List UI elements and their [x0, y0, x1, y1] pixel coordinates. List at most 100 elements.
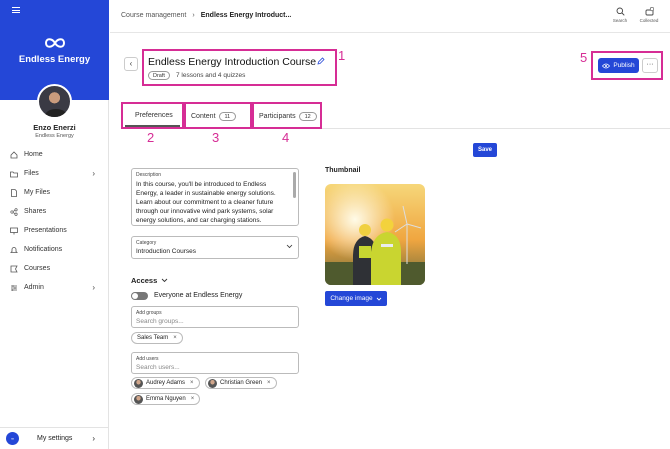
close-icon[interactable]: × — [191, 396, 195, 402]
settings-avatar: ∞ — [6, 432, 19, 445]
sidebar-item-label: Files — [24, 170, 39, 177]
annotation-4: 4 — [282, 130, 290, 145]
breadcrumb-current: Endless Energy Introduct... — [200, 12, 292, 19]
sidebar-item-label: Presentations — [24, 227, 67, 234]
description-scrollbar[interactable] — [293, 172, 296, 198]
sidebar-item-label: My Files — [24, 189, 51, 196]
count-badge: 12 — [298, 112, 317, 121]
admin-icon — [11, 284, 17, 291]
avatar — [134, 378, 143, 388]
breadcrumb-separator: › — [192, 12, 195, 19]
sidebar: Endless Energy Enzo Enerzi Endless Energ… — [0, 0, 109, 449]
sidebar-item-files[interactable]: Files › — [0, 164, 109, 183]
pencil-icon[interactable] — [317, 57, 325, 65]
menu-icon[interactable] — [12, 7, 20, 13]
groups-input[interactable]: Add groups Search groups... — [131, 306, 299, 328]
search-icon — [616, 7, 625, 16]
sidebar-item-notifications[interactable]: Notifications — [0, 240, 109, 259]
users-label: Add users — [136, 356, 159, 362]
my-settings-button[interactable]: ∞ My settings › — [0, 427, 109, 449]
everyone-toggle[interactable] — [131, 292, 148, 300]
more-options-button[interactable]: ··· — [642, 58, 658, 73]
tab-participants-label: Participants — [259, 113, 296, 120]
tab-content[interactable]: Content 11 — [184, 102, 252, 129]
collected-button[interactable]: Collected — [636, 7, 662, 23]
sidebar-item-presentations[interactable]: Presentations — [0, 221, 109, 240]
chevron-down-icon — [286, 244, 293, 249]
chip-label: Christian Green — [220, 380, 263, 386]
user-organization: Endless Energy — [35, 133, 74, 139]
annotation-3: 3 — [212, 130, 220, 145]
brand-name: Endless Energy — [18, 54, 91, 65]
chevron-right-icon[interactable]: › — [92, 169, 95, 178]
user-chip: Christian Green × — [205, 377, 277, 389]
save-button[interactable]: Save — [473, 143, 497, 157]
groups-label: Add groups — [136, 310, 162, 316]
publish-label: Publish — [613, 62, 635, 69]
home-icon — [10, 150, 18, 158]
close-icon[interactable]: × — [190, 380, 194, 386]
access-heading: Access — [131, 276, 158, 285]
sidebar-item-home[interactable]: Home — [0, 145, 109, 164]
sidebar-item-shares[interactable]: Shares — [0, 202, 109, 221]
chevron-down-icon — [162, 278, 168, 283]
tab-participants[interactable]: Participants 12 — [252, 102, 322, 129]
avatar[interactable] — [37, 84, 72, 119]
user-name: Enzo Enerzi — [33, 123, 76, 132]
back-button[interactable]: ‹ — [124, 57, 138, 71]
active-tab-indicator — [125, 125, 180, 127]
user-chip: Audrey Adams × — [131, 377, 200, 389]
chip-label: Emma Nguyen — [146, 396, 186, 402]
search-button[interactable]: Search — [610, 7, 630, 23]
breadcrumb-course-management[interactable]: Course management — [121, 12, 186, 19]
users-input[interactable]: Add users Search users... — [131, 352, 299, 374]
thumbnail-heading: Thumbnail — [325, 167, 361, 174]
publish-block: Publish ··· — [591, 51, 663, 80]
chevron-right-icon[interactable]: › — [92, 283, 95, 292]
annotation-1: 1 — [338, 48, 346, 63]
description-text: In this course, you'll be introduced to … — [136, 181, 276, 224]
sidebar-item-courses[interactable]: Courses — [0, 259, 109, 278]
sidebar-item-label: Home — [24, 151, 43, 158]
courses-icon — [10, 265, 18, 272]
chip-label: Sales Team — [137, 335, 169, 341]
groups-placeholder: Search groups... — [136, 318, 184, 325]
description-field[interactable]: Description In this course, you'll be in… — [131, 168, 299, 226]
sidebar-item-label: Admin — [24, 284, 44, 291]
access-section-toggle[interactable]: Access — [131, 276, 168, 285]
thumbnail-image — [325, 184, 425, 285]
everyone-toggle-label: Everyone at Endless Energy — [154, 292, 243, 299]
share-icon — [10, 207, 18, 216]
change-image-label: Change image — [330, 295, 373, 302]
sidebar-nav: Home Files › My Files Shares Presentatio… — [0, 145, 109, 297]
tab-preferences[interactable]: Preferences — [121, 102, 184, 129]
avatar — [134, 394, 143, 404]
sidebar-item-my-files[interactable]: My Files — [0, 183, 109, 202]
sidebar-item-admin[interactable]: Admin › — [0, 278, 109, 297]
count-badge: 11 — [218, 112, 237, 121]
category-select[interactable]: Category Introduction Courses — [131, 236, 299, 259]
sidebar-item-label: Notifications — [24, 246, 63, 253]
folder-icon — [10, 171, 18, 177]
chevron-down-icon — [376, 297, 381, 301]
category-value: Introduction Courses — [136, 248, 196, 255]
tab-label: Content 11 — [191, 112, 237, 121]
publish-button[interactable]: Publish — [598, 58, 639, 73]
my-settings-label: My settings — [37, 435, 73, 442]
file-icon — [11, 188, 17, 197]
basket-icon — [645, 7, 654, 16]
bell-icon — [10, 246, 18, 253]
category-label: Category — [136, 240, 157, 246]
change-image-button[interactable]: Change image — [325, 291, 387, 306]
chevron-right-icon: › — [92, 434, 95, 443]
tab-content-label: Content — [191, 113, 216, 120]
tab-label: Participants 12 — [259, 112, 317, 121]
eye-icon — [602, 63, 611, 68]
sidebar-item-label: Courses — [24, 265, 51, 272]
description-label: Description — [136, 172, 162, 178]
group-chip: Sales Team × — [131, 332, 183, 344]
close-icon[interactable]: × — [267, 380, 271, 386]
close-icon[interactable]: × — [173, 335, 177, 341]
top-bar: Course management › Endless Energy Intro… — [110, 0, 670, 33]
annotation-5: 5 — [580, 50, 588, 65]
